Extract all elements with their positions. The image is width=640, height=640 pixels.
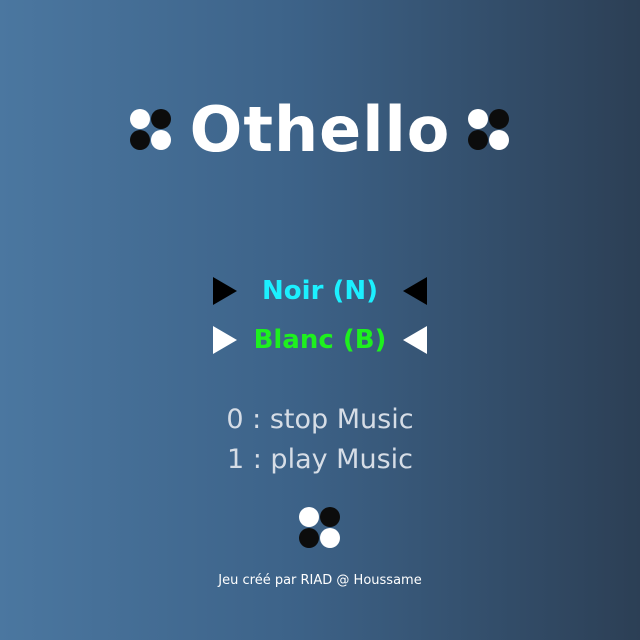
selector-left-arrow-icon bbox=[403, 326, 427, 354]
title-row: Othello bbox=[0, 92, 640, 168]
menu-option-blanc[interactable]: Blanc (B) bbox=[0, 325, 640, 355]
selector-left-arrow-icon bbox=[403, 277, 427, 305]
credits-footer: Jeu créé par RIAD @ Houssame bbox=[218, 573, 422, 588]
stop-music-instruction: 0 : stop Music bbox=[226, 404, 414, 435]
othello-discs-icon bbox=[299, 507, 341, 549]
menu-option-noir-label: Noir (N) bbox=[262, 276, 378, 306]
selector-right-arrow-icon bbox=[213, 277, 237, 305]
othello-discs-icon bbox=[468, 109, 510, 151]
game-title: Othello bbox=[189, 93, 451, 166]
play-music-instruction: 1 : play Music bbox=[226, 444, 413, 475]
othello-discs-icon bbox=[129, 109, 172, 151]
menu-option-blanc-label: Blanc (B) bbox=[253, 325, 387, 355]
menu-option-noir[interactable]: Noir (N) bbox=[0, 276, 640, 306]
selector-right-arrow-icon bbox=[213, 326, 237, 354]
